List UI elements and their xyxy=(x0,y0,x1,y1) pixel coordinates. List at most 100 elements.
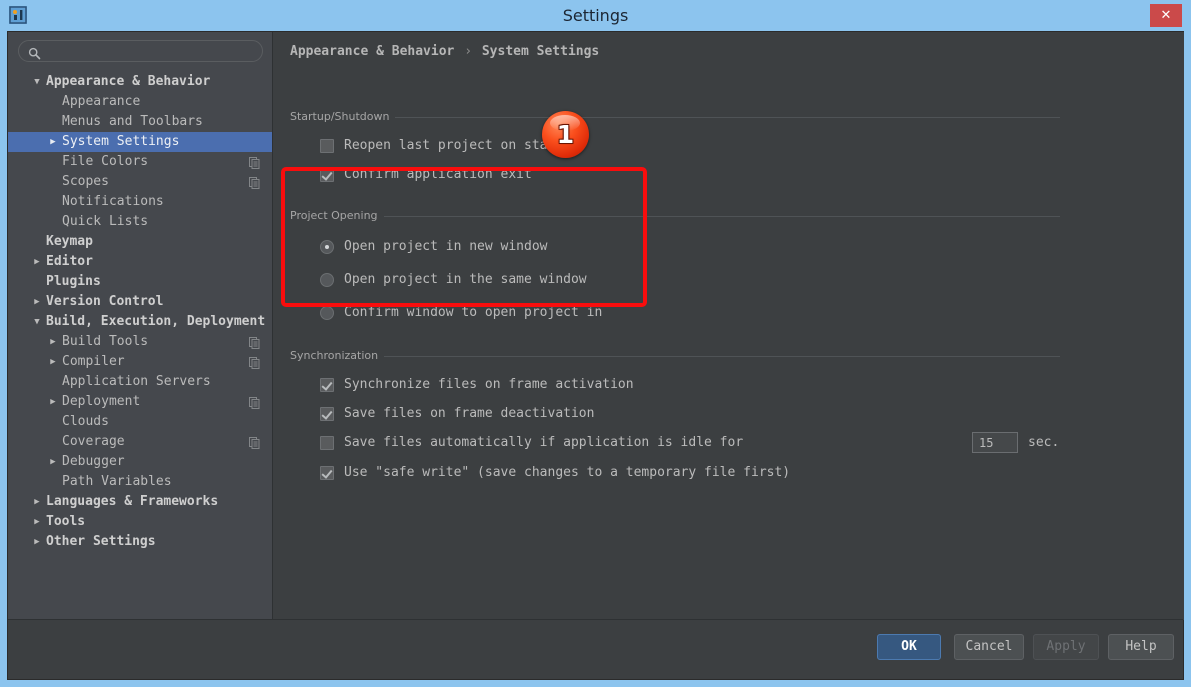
chevron-right-icon[interactable]: ▶ xyxy=(30,532,44,552)
copy-icon[interactable] xyxy=(249,436,260,448)
search-icon xyxy=(28,45,41,58)
sidebar-item-scopes[interactable]: Scopes xyxy=(8,172,272,192)
sidebar-item-plugins[interactable]: Plugins xyxy=(8,272,272,292)
sidebar-item-clouds[interactable]: Clouds xyxy=(8,412,272,432)
sidebar-item-application-servers[interactable]: Application Servers xyxy=(8,372,272,392)
copy-icon[interactable] xyxy=(249,356,260,368)
option-label: Synchronize files on frame activation xyxy=(344,375,634,395)
sidebar-item-system-settings[interactable]: ▶System Settings xyxy=(8,132,272,152)
settings-tree: ▼Appearance & BehaviorAppearanceMenus an… xyxy=(8,72,272,618)
sidebar-item-editor[interactable]: ▶Editor xyxy=(8,252,272,272)
sidebar-item-label: Build Tools xyxy=(62,332,148,352)
group-separator-line xyxy=(290,117,1060,118)
option-label: Open project in new window xyxy=(344,237,548,257)
sidebar-item-label: Menus and Toolbars xyxy=(62,112,203,132)
chevron-right-icon[interactable]: ▶ xyxy=(46,352,60,372)
sidebar-item-coverage[interactable]: Coverage xyxy=(8,432,272,452)
help-button[interactable]: Help xyxy=(1108,634,1174,660)
group-separator-line xyxy=(290,356,1060,357)
chevron-right-icon[interactable]: ▶ xyxy=(30,492,44,512)
checkbox[interactable] xyxy=(320,466,334,480)
sidebar-item-notifications[interactable]: Notifications xyxy=(8,192,272,212)
sidebar-item-label: Other Settings xyxy=(46,532,156,552)
sidebar-item-label: Application Servers xyxy=(62,372,211,392)
sidebar-item-debugger[interactable]: ▶Debugger xyxy=(8,452,272,472)
sidebar-item-build-execution-deployment[interactable]: ▼Build, Execution, Deployment xyxy=(8,312,272,332)
radio-button[interactable] xyxy=(320,273,334,287)
sidebar-item-version-control[interactable]: ▶Version Control xyxy=(8,292,272,312)
chevron-down-icon[interactable]: ▼ xyxy=(30,312,44,332)
sidebar-item-label: Path Variables xyxy=(62,472,172,492)
copy-icon[interactable] xyxy=(249,396,260,408)
chevron-right-icon[interactable]: ▶ xyxy=(46,332,60,352)
copy-icon[interactable] xyxy=(249,336,260,348)
chevron-down-icon[interactable]: ▼ xyxy=(30,72,44,92)
group-title: Startup/Shutdown xyxy=(290,110,395,123)
step-badge-number: 1 xyxy=(542,111,589,158)
settings-main-pane: Appearance & Behavior › System Settings … xyxy=(273,32,1184,620)
sidebar-item-label: Editor xyxy=(46,252,93,272)
settings-window: Settings ✕ ▼Appearance & BehaviorAppeara… xyxy=(0,0,1191,687)
option-label: Save files on frame deactivation xyxy=(344,404,594,424)
checkbox[interactable] xyxy=(320,139,334,153)
breadcrumb: Appearance & Behavior › System Settings xyxy=(290,44,599,59)
sidebar-item-label: Version Control xyxy=(46,292,163,312)
radio-button[interactable] xyxy=(320,240,334,254)
sidebar-item-keymap[interactable]: Keymap xyxy=(8,232,272,252)
option-label: Open project in the same window xyxy=(344,270,587,290)
sidebar-item-quick-lists[interactable]: Quick Lists xyxy=(8,212,272,232)
sidebar-item-deployment[interactable]: ▶Deployment xyxy=(8,392,272,412)
ok-button[interactable]: OK xyxy=(877,634,941,660)
radio-button[interactable] xyxy=(320,306,334,320)
breadcrumb-leaf: System Settings xyxy=(482,44,599,59)
sidebar-item-menus-and-toolbars[interactable]: Menus and Toolbars xyxy=(8,112,272,132)
sidebar-item-label: Scopes xyxy=(62,172,109,192)
option-label: Confirm application exit xyxy=(344,165,532,185)
sidebar-item-other-settings[interactable]: ▶Other Settings xyxy=(8,532,272,552)
sidebar-item-label: Debugger xyxy=(62,452,125,472)
sidebar-item-languages-frameworks[interactable]: ▶Languages & Frameworks xyxy=(8,492,272,512)
chevron-right-icon[interactable]: ▶ xyxy=(30,252,44,272)
sidebar-item-label: Keymap xyxy=(46,232,93,252)
checkbox[interactable] xyxy=(320,407,334,421)
dialog-client-area: ▼Appearance & BehaviorAppearanceMenus an… xyxy=(7,31,1184,680)
sidebar-item-tools[interactable]: ▶Tools xyxy=(8,512,272,532)
sidebar-item-appearance-behavior[interactable]: ▼Appearance & Behavior xyxy=(8,72,272,92)
apply-button: Apply xyxy=(1033,634,1099,660)
sidebar-item-label: Compiler xyxy=(62,352,125,372)
dialog-button-bar: OK Cancel Apply Help xyxy=(8,619,1183,679)
copy-icon[interactable] xyxy=(249,156,260,168)
sidebar-item-label: Coverage xyxy=(62,432,125,452)
sidebar-item-label: Plugins xyxy=(46,272,101,292)
sidebar-item-file-colors[interactable]: File Colors xyxy=(8,152,272,172)
checkbox[interactable] xyxy=(320,168,334,182)
chevron-right-icon[interactable]: ▶ xyxy=(30,292,44,312)
sidebar-item-appearance[interactable]: Appearance xyxy=(8,92,272,112)
sidebar-item-path-variables[interactable]: Path Variables xyxy=(8,472,272,492)
close-icon[interactable]: ✕ xyxy=(1150,4,1182,27)
chevron-right-icon[interactable]: ▶ xyxy=(30,512,44,532)
sidebar-item-label: Appearance & Behavior xyxy=(46,72,210,92)
breadcrumb-separator-icon: › xyxy=(462,44,474,59)
idle-seconds-input[interactable] xyxy=(972,432,1018,453)
sidebar-item-label: Deployment xyxy=(62,392,140,412)
sidebar-item-build-tools[interactable]: ▶Build Tools xyxy=(8,332,272,352)
group-title: Synchronization xyxy=(290,349,384,362)
checkbox[interactable] xyxy=(320,378,334,392)
copy-icon[interactable] xyxy=(249,176,260,188)
cancel-button[interactable]: Cancel xyxy=(954,634,1024,660)
sidebar-item-label: System Settings xyxy=(62,132,179,152)
sidebar-item-label: Appearance xyxy=(62,92,140,112)
group-title: Project Opening xyxy=(290,209,384,222)
search-input[interactable] xyxy=(45,41,259,63)
sidebar-item-compiler[interactable]: ▶Compiler xyxy=(8,352,272,372)
checkbox[interactable] xyxy=(320,436,334,450)
chevron-right-icon[interactable]: ▶ xyxy=(46,452,60,472)
sidebar-item-label: Languages & Frameworks xyxy=(46,492,218,512)
sidebar-item-label: Clouds xyxy=(62,412,109,432)
search-box[interactable] xyxy=(18,40,263,62)
chevron-right-icon[interactable]: ▶ xyxy=(46,132,60,152)
option-label: Save files automatically if application … xyxy=(344,433,743,453)
group-separator-line xyxy=(290,216,1060,217)
chevron-right-icon[interactable]: ▶ xyxy=(46,392,60,412)
